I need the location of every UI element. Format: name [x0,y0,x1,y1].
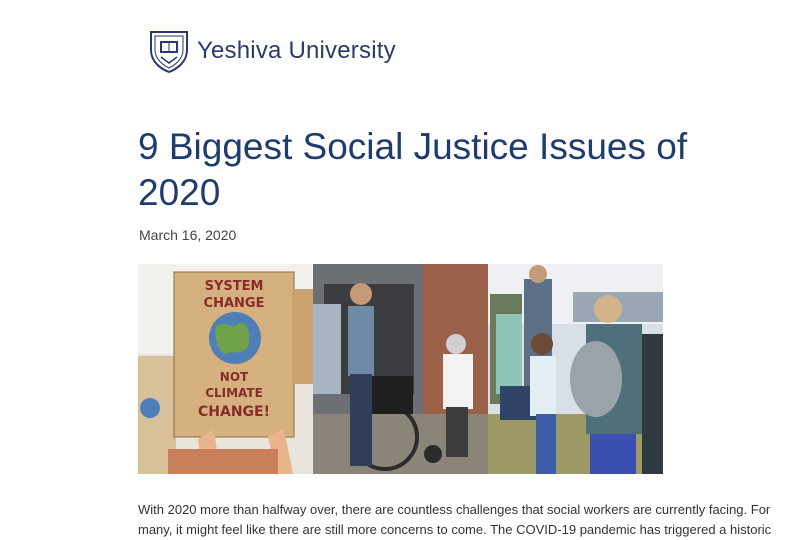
yu-shield-icon[interactable] [147,28,191,74]
site-header: Yeshiva University [147,28,396,74]
hero-image: SYSTEM CHANGE NOT CLIMATE CHANGE! [138,264,663,474]
article-intro: With 2020 more than halfway over, there … [138,500,788,540]
svg-text:NOT: NOT [220,370,249,384]
publish-date: March 16, 2020 [139,227,237,243]
protest-sign-photo: SYSTEM CHANGE NOT CLIMATE CHANGE! [138,264,313,474]
page-title: 9 Biggest Social Justice Issues of 2020 [138,126,688,213]
wheelchair-van-photo [313,264,488,474]
intro-line: many, it might feel like there are still… [138,522,772,537]
brand-name[interactable]: Yeshiva University [197,37,396,65]
svg-text:CHANGE!: CHANGE! [198,404,270,420]
svg-text:SYSTEM: SYSTEM [205,279,264,294]
intro-line: With 2020 more than halfway over, there … [138,502,771,517]
svg-text:CLIMATE: CLIMATE [205,386,263,400]
crowd-photo [488,264,663,474]
svg-text:CHANGE: CHANGE [204,296,265,311]
